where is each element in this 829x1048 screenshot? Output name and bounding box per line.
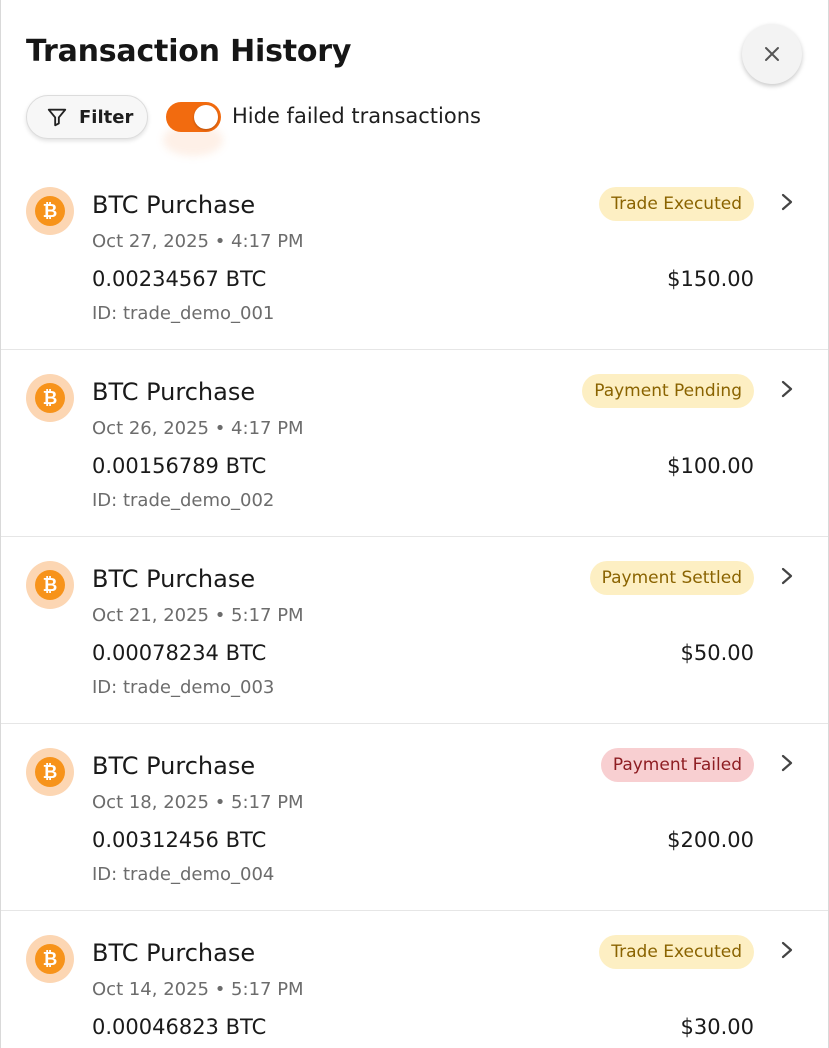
bitcoin-icon: ₿ xyxy=(26,561,74,609)
transaction-name: BTC Purchase xyxy=(92,191,256,219)
transaction-amount: 0.00156789 BTC xyxy=(92,454,267,478)
transaction-amount: 0.00312456 BTC xyxy=(92,828,267,852)
chevron-right-icon[interactable] xyxy=(779,940,795,960)
transaction-amount: 0.00046823 BTC xyxy=(92,1015,267,1039)
chevron-right-icon[interactable] xyxy=(779,379,795,399)
transaction-id: ID: trade_demo_003 xyxy=(92,677,275,698)
transaction-row[interactable]: ₿ BTC Purchase Oct 27, 2025 • 4:17 PM 0.… xyxy=(1,163,828,350)
transaction-name: BTC Purchase xyxy=(92,752,256,780)
transaction-list: ₿ BTC Purchase Oct 27, 2025 • 4:17 PM 0.… xyxy=(1,163,828,1048)
status-badge: Payment Failed xyxy=(600,748,754,782)
transaction-name: BTC Purchase xyxy=(92,565,256,593)
transaction-row[interactable]: ₿ BTC Purchase Oct 14, 2025 • 5:17 PM 0.… xyxy=(1,911,828,1048)
bitcoin-icon: ₿ xyxy=(26,187,74,235)
bitcoin-icon: ₿ xyxy=(26,748,74,796)
transaction-date: Oct 21, 2025 • 5:17 PM xyxy=(92,605,304,626)
transaction-price: $150.00 xyxy=(667,267,754,291)
transaction-date: Oct 26, 2025 • 4:17 PM xyxy=(92,418,304,439)
status-badge: Payment Pending xyxy=(582,374,754,408)
transaction-row[interactable]: ₿ BTC Purchase Oct 18, 2025 • 5:17 PM 0.… xyxy=(1,724,828,911)
filter-icon xyxy=(47,108,67,127)
transaction-date: Oct 14, 2025 • 5:17 PM xyxy=(92,979,304,1000)
transaction-price: $100.00 xyxy=(667,454,754,478)
transaction-date: Oct 27, 2025 • 4:17 PM xyxy=(92,231,304,252)
transaction-name: BTC Purchase xyxy=(92,939,256,967)
close-button[interactable] xyxy=(742,24,802,84)
status-badge: Payment Settled xyxy=(589,561,754,595)
close-icon xyxy=(765,47,779,61)
hide-failed-label: Hide failed transactions xyxy=(232,104,481,128)
transaction-date: Oct 18, 2025 • 5:17 PM xyxy=(92,792,304,813)
transaction-history-panel: Transaction History Filter Hide failed t… xyxy=(0,0,829,1048)
bitcoin-icon: ₿ xyxy=(26,374,74,422)
transaction-id: ID: trade_demo_001 xyxy=(92,303,275,324)
bitcoin-icon: ₿ xyxy=(26,935,74,983)
transaction-id: ID: trade_demo_004 xyxy=(92,864,275,885)
transaction-amount: 0.00234567 BTC xyxy=(92,267,267,291)
chevron-right-icon[interactable] xyxy=(779,192,795,212)
filter-button[interactable]: Filter xyxy=(26,95,148,139)
hide-failed-toggle[interactable] xyxy=(166,102,221,132)
transaction-price: $50.00 xyxy=(680,641,754,665)
filter-button-label: Filter xyxy=(79,106,134,128)
transaction-price: $200.00 xyxy=(667,828,754,852)
chevron-right-icon[interactable] xyxy=(779,566,795,586)
transaction-amount: 0.00078234 BTC xyxy=(92,641,267,665)
transaction-name: BTC Purchase xyxy=(92,378,256,406)
transaction-id: ID: trade_demo_002 xyxy=(92,490,275,511)
status-badge: Trade Executed xyxy=(599,187,754,221)
transaction-row[interactable]: ₿ BTC Purchase Oct 26, 2025 • 4:17 PM 0.… xyxy=(1,350,828,537)
transaction-row[interactable]: ₿ BTC Purchase Oct 21, 2025 • 5:17 PM 0.… xyxy=(1,537,828,724)
status-badge: Trade Executed xyxy=(599,935,754,969)
transaction-price: $30.00 xyxy=(680,1015,754,1039)
chevron-right-icon[interactable] xyxy=(779,753,795,773)
page-title: Transaction History xyxy=(26,34,352,69)
toggle-knob xyxy=(194,105,218,129)
